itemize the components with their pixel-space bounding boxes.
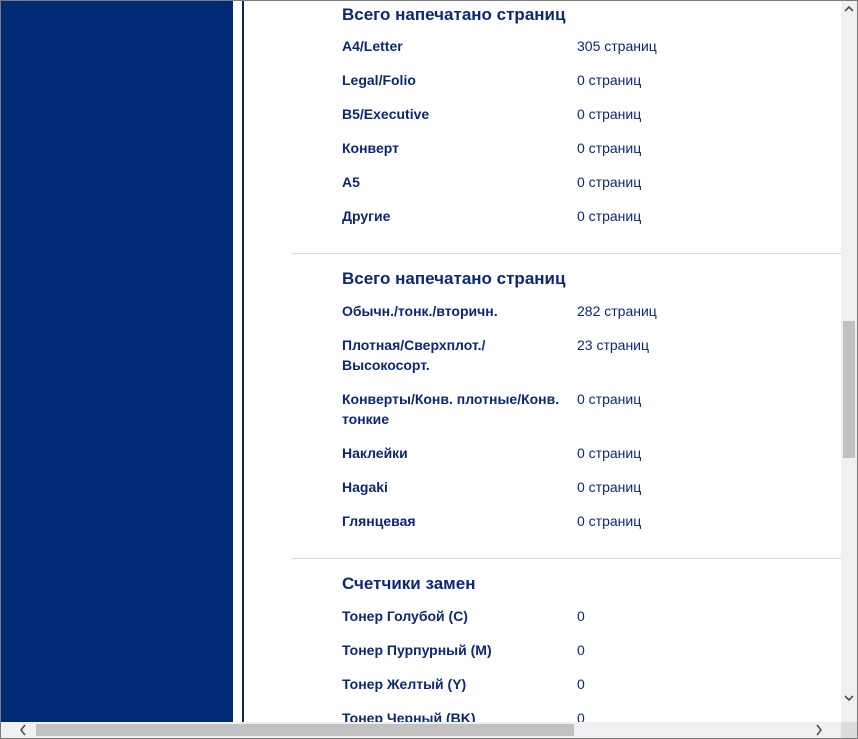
row-value: 0 [577, 608, 585, 624]
row-label: B5/Executive [342, 106, 430, 122]
row-value: 0 страниц [577, 72, 642, 88]
section-title: Счетчики замен [342, 574, 476, 593]
section-title: Всего напечатано страниц [342, 269, 566, 288]
chevron-left-icon[interactable] [15, 722, 31, 738]
row-label: A5 [342, 174, 360, 190]
scrollbar-corner [841, 722, 857, 738]
row-value: 0 страниц [577, 479, 642, 495]
sidebar-panel [1, 1, 233, 722]
row-value: 0 страниц [577, 391, 642, 407]
row-value: 0 страниц [577, 513, 642, 529]
row-label: Конверты/Конв. плотные/Конв. тонкие [342, 391, 560, 427]
section-title: Всего напечатано страниц [342, 5, 566, 24]
chevron-down-icon[interactable] [842, 690, 856, 706]
row-label: Тонер Пурпурный (M) [342, 642, 492, 658]
row-value: 0 страниц [577, 140, 642, 156]
row-label: Тонер Желтый (Y) [342, 676, 467, 692]
row-label: Плотная/Сверхплот./Высокосорт. [342, 337, 486, 373]
row-value: 282 страниц [577, 303, 657, 319]
vertical-scroll-thumb[interactable] [843, 321, 855, 458]
row-value: 0 [577, 676, 585, 692]
browser-viewport: Всего напечатано страниц A4/Letter 305 с… [0, 0, 858, 739]
row-label: Legal/Folio [342, 72, 416, 88]
row-value: 0 страниц [577, 445, 642, 461]
chevron-up-icon[interactable] [842, 1, 856, 17]
row-label: Обычн./тонк./вторичн. [342, 303, 498, 319]
chevron-right-icon[interactable] [811, 722, 827, 738]
row-value: 0 страниц [577, 106, 642, 122]
horizontal-scrollbar[interactable] [1, 722, 841, 738]
row-value: 0 [577, 642, 585, 658]
row-label: Тонер Голубой (C) [342, 608, 468, 624]
row-value: 23 страниц [577, 337, 650, 353]
row-value: 0 страниц [577, 174, 642, 190]
row-label: Другие [342, 208, 391, 224]
row-value: 0 страниц [577, 208, 642, 224]
row-label: Конверт [342, 140, 399, 156]
counters-content: Всего напечатано страниц A4/Letter 305 с… [244, 1, 841, 722]
row-label: Тонер Черный (BK) [342, 710, 476, 722]
section-divider [292, 253, 841, 254]
section-divider [292, 558, 841, 559]
row-label: A4/Letter [342, 38, 403, 54]
row-label: Hagaki [342, 479, 388, 495]
horizontal-scroll-thumb[interactable] [36, 724, 574, 736]
row-label: Наклейки [342, 445, 408, 461]
row-value: 305 страниц [577, 38, 657, 54]
row-value: 0 [577, 710, 585, 722]
vertical-scrollbar[interactable] [841, 1, 857, 722]
row-label: Глянцевая [342, 513, 416, 529]
